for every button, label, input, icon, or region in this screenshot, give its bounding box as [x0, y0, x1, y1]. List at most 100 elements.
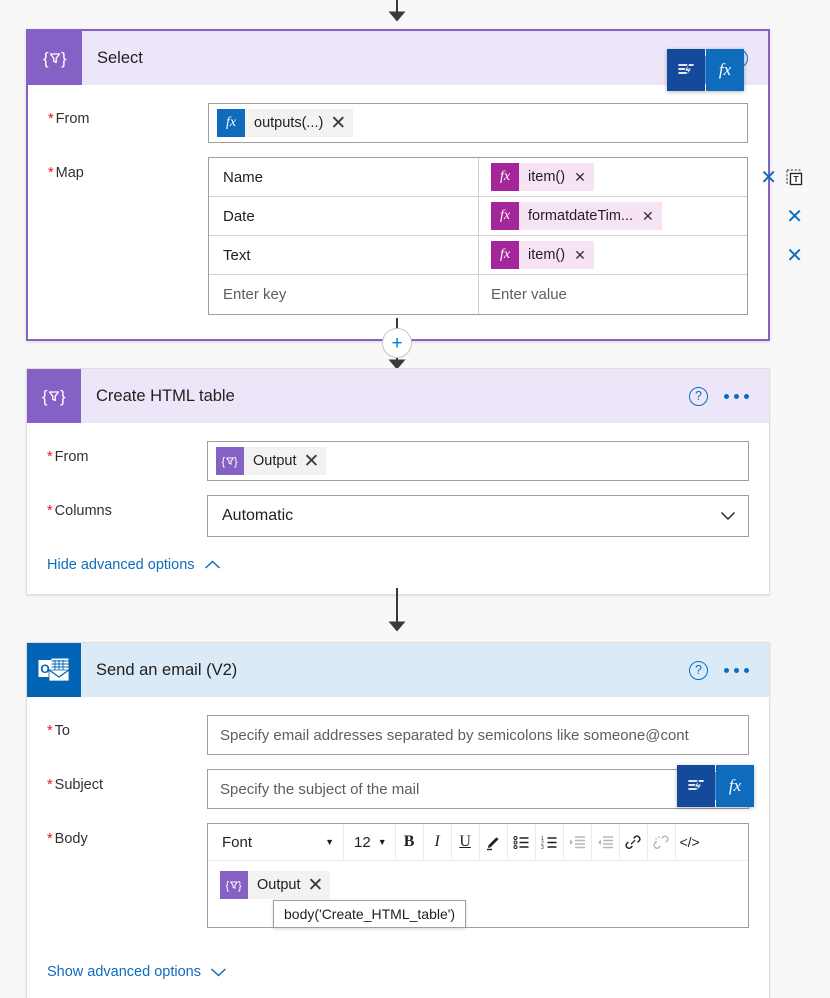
- map-value-input[interactable]: Enter value: [479, 275, 747, 314]
- card-select[interactable]: { } Select ? fx: [26, 29, 803, 341]
- fx-label: fx: [728, 776, 742, 795]
- chevron-down-icon: ▼: [325, 837, 334, 847]
- map-row[interactable]: Date fx formatdateTim... ✕ ✕: [209, 197, 803, 236]
- token-label: Output: [253, 453, 297, 469]
- highlighter-icon[interactable]: [480, 824, 508, 860]
- link-icon[interactable]: [620, 824, 648, 860]
- map-table-control[interactable]: Name fx item() ✕ ✕ T Date fx formatdateT…: [208, 157, 803, 315]
- bulleted-list-icon[interactable]: [508, 824, 536, 860]
- map-value-cell[interactable]: fx item() ✕: [479, 158, 747, 196]
- help-icon[interactable]: ?: [689, 386, 708, 406]
- card-select-body: * From fx outputs(...) ✕ * Map Name fx i…: [28, 85, 803, 339]
- card-create-html-table-header[interactable]: { } Create HTML table ?: [27, 369, 769, 423]
- map-key-input[interactable]: Enter key: [209, 275, 479, 314]
- map-row-actions[interactable]: ✕: [786, 197, 803, 236]
- connector-arrowhead: [386, 8, 408, 22]
- map-value-cell[interactable]: fx item() ✕: [479, 236, 747, 274]
- connector-select-to-table: +: [0, 318, 830, 370]
- numbered-list-icon[interactable]: 1 2 3: [536, 824, 564, 860]
- code-view-button[interactable]: </>: [676, 824, 704, 860]
- token-remove-icon[interactable]: ✕: [308, 876, 331, 895]
- underline-button[interactable]: U: [452, 824, 480, 860]
- field-from-control[interactable]: { } Output ✕: [207, 441, 749, 481]
- connector-arrowhead: [386, 618, 408, 632]
- token-expression[interactable]: fx item() ✕: [491, 163, 594, 191]
- expression-fx-icon[interactable]: fx: [716, 765, 754, 807]
- font-size-dropdown[interactable]: 12 ▼: [344, 824, 395, 860]
- insert-step-button[interactable]: +: [382, 328, 412, 358]
- card-create-html-table[interactable]: { } Create HTML table ? * From {} Outpu…: [26, 368, 770, 595]
- unlink-icon[interactable]: [648, 824, 676, 860]
- show-advanced-options-link[interactable]: Show advanced options: [47, 964, 227, 980]
- expression-fx-icon[interactable]: fx: [706, 49, 744, 91]
- dynamic-content-flyout-subject[interactable]: fx: [677, 765, 754, 807]
- card-create-html-table-actions: ?: [689, 386, 769, 406]
- token-remove-icon[interactable]: ✕: [330, 114, 353, 133]
- map-row-actions[interactable]: ✕ T: [760, 158, 803, 197]
- data-operations-icon: { }: [28, 31, 82, 85]
- map-row-actions[interactable]: ✕: [786, 236, 803, 275]
- dynamic-content-flyout-select[interactable]: fx: [667, 49, 744, 91]
- outdent-icon[interactable]: [592, 824, 620, 860]
- field-subject: * Subject Specify the subject of the mail: [47, 765, 754, 809]
- token-remove-icon[interactable]: ✕: [304, 452, 327, 471]
- from-input[interactable]: fx outputs(...) ✕: [208, 103, 748, 143]
- token-label: Output: [257, 877, 301, 893]
- field-columns-control[interactable]: Automatic: [207, 495, 749, 537]
- map-key-cell[interactable]: Text: [209, 236, 479, 274]
- data-operations-icon: { }: [27, 369, 81, 423]
- map-row[interactable]: Text fx item() ✕ ✕: [209, 236, 803, 275]
- token-remove-icon[interactable]: ✕: [572, 247, 594, 264]
- expression-tooltip: body('Create_HTML_table'): [273, 900, 467, 928]
- indent-icon[interactable]: [564, 824, 592, 860]
- italic-button[interactable]: I: [424, 824, 452, 860]
- field-map-label: * Map: [48, 165, 84, 181]
- map-row[interactable]: Name fx item() ✕ ✕ T: [209, 158, 803, 197]
- subject-input[interactable]: Specify the subject of the mail: [207, 769, 749, 809]
- card-send-an-email[interactable]: O Send an email (V2) ? * To Specify emai…: [26, 642, 770, 998]
- font-name-group[interactable]: Font ▼: [210, 824, 344, 860]
- subject-input-placeholder: Specify the subject of the mail: [220, 780, 420, 798]
- font-size-group[interactable]: 12 ▼: [344, 824, 396, 860]
- card-create-html-table-title: Create HTML table: [96, 386, 235, 405]
- token-expression[interactable]: fx formatdateTim... ✕: [491, 202, 662, 230]
- field-from-control[interactable]: fx outputs(...) ✕: [208, 103, 748, 143]
- token-remove-icon[interactable]: ✕: [572, 169, 594, 186]
- field-to-control[interactable]: Specify email addresses separated by sem…: [207, 715, 749, 755]
- editor-toolbar[interactable]: Font ▼ 12 ▼ B I U 1 2 3 </>: [208, 824, 748, 861]
- token-output[interactable]: { } Output ✕: [220, 871, 331, 899]
- dynamic-content-icon[interactable]: [677, 765, 715, 807]
- map-key-cell[interactable]: Date: [209, 197, 479, 235]
- delete-row-icon[interactable]: ✕: [760, 168, 777, 188]
- required-asterisk: *: [48, 165, 54, 181]
- card-send-an-email-header[interactable]: O Send an email (V2) ?: [27, 643, 769, 697]
- more-options-icon[interactable]: [724, 667, 749, 673]
- card-select-header[interactable]: { } Select ? fx: [28, 31, 768, 91]
- map-key-cell[interactable]: Name: [209, 158, 479, 196]
- map-table[interactable]: Name fx item() ✕ ✕ T Date fx formatdateT…: [208, 157, 803, 315]
- columns-dropdown[interactable]: Automatic: [207, 495, 749, 537]
- token-output[interactable]: { } Output ✕: [216, 447, 327, 475]
- field-subject-control[interactable]: Specify the subject of the mail fx: [207, 765, 754, 809]
- required-asterisk: *: [48, 111, 54, 127]
- delete-row-icon[interactable]: ✕: [786, 246, 803, 266]
- from-input[interactable]: { } Output ✕: [207, 441, 749, 481]
- delete-row-icon[interactable]: ✕: [786, 207, 803, 227]
- fx-icon: fx: [491, 163, 519, 191]
- map-value-cell[interactable]: fx formatdateTim... ✕: [479, 197, 747, 235]
- field-map: * Map Name fx item() ✕ ✕ T Date fx forma…: [48, 157, 803, 315]
- to-input[interactable]: Specify email addresses separated by sem…: [207, 715, 749, 755]
- token-outputs[interactable]: fx outputs(...) ✕: [217, 109, 354, 137]
- switch-to-text-mode-icon[interactable]: T: [786, 169, 803, 186]
- token-remove-icon[interactable]: ✕: [640, 208, 662, 225]
- help-icon[interactable]: ?: [689, 660, 708, 680]
- map-row-empty[interactable]: Enter key Enter value: [209, 275, 747, 314]
- more-options-icon[interactable]: [724, 393, 749, 399]
- font-name-dropdown[interactable]: Font ▼: [210, 824, 343, 860]
- bold-button[interactable]: B: [396, 824, 424, 860]
- hide-advanced-options-link[interactable]: Hide advanced options: [47, 557, 221, 573]
- connector-top: [0, 0, 830, 26]
- token-expression[interactable]: fx item() ✕: [491, 241, 594, 269]
- dynamic-content-icon[interactable]: [667, 49, 705, 91]
- token-label: item(): [528, 169, 566, 185]
